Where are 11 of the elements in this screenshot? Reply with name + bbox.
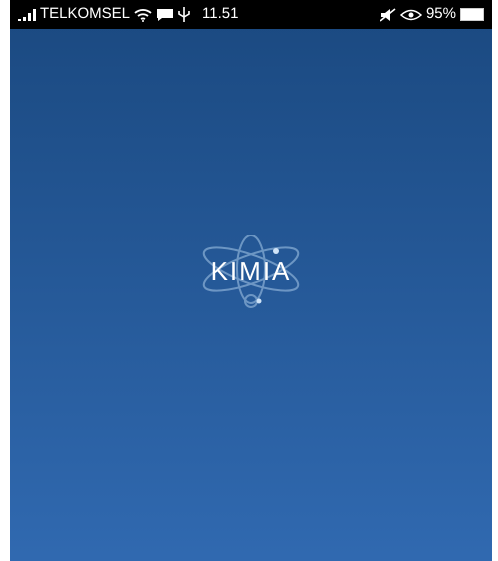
eye-icon xyxy=(400,8,422,20)
usb-icon xyxy=(178,7,190,22)
battery-icon xyxy=(460,8,484,21)
mute-icon xyxy=(380,8,396,22)
signal-icon xyxy=(18,8,36,20)
clock-time: 11.51 xyxy=(202,4,238,24)
battery-percent: 95% xyxy=(426,4,456,24)
carrier-name: TELKOMSEL xyxy=(40,4,130,24)
logo-text: KIMIA xyxy=(210,254,292,288)
message-icon xyxy=(156,8,174,22)
wifi-icon xyxy=(134,8,152,22)
